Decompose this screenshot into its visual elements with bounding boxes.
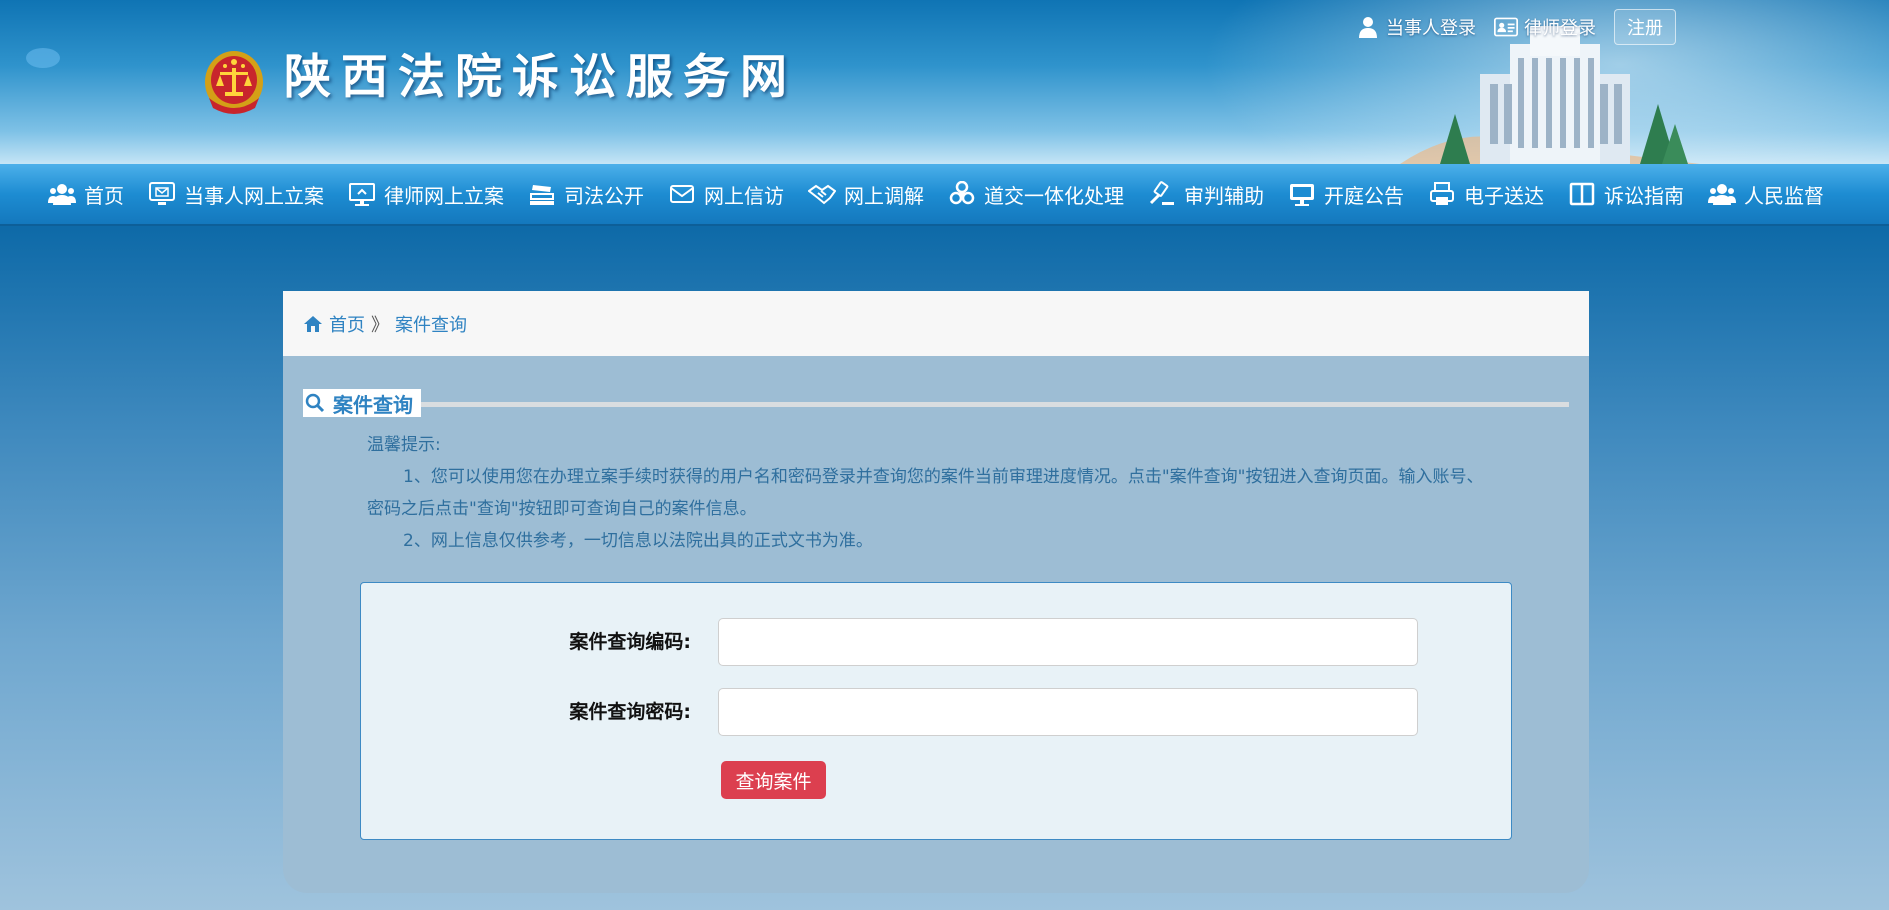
nav-label: 首页 <box>84 183 124 208</box>
section-title: 案件查询 <box>303 389 421 417</box>
nav-label: 道交一体化处理 <box>984 183 1124 208</box>
nav-label: 网上调解 <box>844 183 924 208</box>
nav-item-traffic-integration[interactable]: 道交一体化处理 <box>936 163 1136 225</box>
mail-icon <box>670 185 694 203</box>
nav-item-hearing-notice[interactable]: 开庭公告 <box>1276 163 1416 225</box>
section-title-text: 案件查询 <box>333 392 413 417</box>
search-icon <box>305 393 325 413</box>
nav-item-e-delivery[interactable]: 电子送达 <box>1416 163 1556 225</box>
nav-item-judicial-disclosure[interactable]: 司法公开 <box>516 163 656 225</box>
lawyer-login-label: 律师登录 <box>1524 18 1596 39</box>
notice-heading: 温馨提示: <box>367 435 441 455</box>
book-icon <box>1569 182 1595 206</box>
main-nav: 首页 当事人网上立案 律师网上立案 司法公开 网上信访 网上调解 道交一体化处理… <box>0 164 1889 226</box>
nav-label: 人民监督 <box>1744 183 1824 208</box>
nav-item-lawyer-filing[interactable]: 律师网上立案 <box>336 163 516 225</box>
notice-block: 温馨提示: 1、您可以使用您在办理立案手续时获得的用户名和密码登录并查询您的案件… <box>367 429 1497 557</box>
nav-item-party-filing[interactable]: 当事人网上立案 <box>136 163 336 225</box>
handshake-icon <box>808 184 836 205</box>
court-emblem-icon <box>205 51 263 114</box>
breadcrumb-separator: 》 <box>371 314 389 336</box>
notice-line-2: 2、网上信息仅供参考，一切信息以法院出具的正式文书为准。 <box>403 531 873 551</box>
desktop-icon <box>349 183 375 206</box>
nav-label: 律师网上立案 <box>384 183 504 208</box>
nav-label: 电子送达 <box>1464 183 1544 208</box>
header-bubble <box>26 48 60 68</box>
top-links: 当事人登录 律师登录 注册 <box>1356 9 1676 45</box>
case-password-input[interactable] <box>718 688 1418 736</box>
nav-label: 网上信访 <box>704 183 784 208</box>
nav-item-online-mediation[interactable]: 网上调解 <box>796 163 936 225</box>
notice-line-1: 1、您可以使用您在办理立案手续时获得的用户名和密码登录并查询您的案件当前审理进度… <box>367 467 1484 519</box>
section-divider <box>303 402 1569 407</box>
party-login-label: 当事人登录 <box>1386 18 1476 39</box>
id-card-icon <box>1494 17 1518 37</box>
breadcrumb-current: 案件查询 <box>395 314 467 336</box>
printer-icon <box>1430 182 1454 205</box>
register-button[interactable]: 注册 <box>1614 9 1676 45</box>
case-query-panel: 首页 》 案件查询 案件查询 温馨提示: 1、您可以使用您在办理立案手续时获得的… <box>283 291 1589 893</box>
nav-label: 司法公开 <box>564 183 644 208</box>
nav-item-home[interactable]: 首页 <box>36 163 136 225</box>
nav-item-litigation-guide[interactable]: 诉讼指南 <box>1556 163 1696 225</box>
nav-label: 审判辅助 <box>1184 183 1264 208</box>
nav-label: 诉讼指南 <box>1604 183 1684 208</box>
people-icon <box>1708 184 1736 205</box>
nav-item-trial-assist[interactable]: 审判辅助 <box>1136 163 1276 225</box>
query-case-button[interactable]: 查询案件 <box>721 761 826 799</box>
case-code-row: 案件查询编码: <box>361 618 1513 666</box>
site-header: 陕西法院诉讼服务网 当事人登录 律师登录 注册 <box>0 0 1889 164</box>
site-title: 陕西法院诉讼服务网 <box>284 50 797 105</box>
nav-label: 开庭公告 <box>1324 183 1404 208</box>
breadcrumb: 首页 》 案件查询 <box>283 291 1589 356</box>
nav-item-public-supervision[interactable]: 人民监督 <box>1696 163 1836 225</box>
query-form: 案件查询编码: 案件查询密码: 查询案件 <box>360 582 1512 840</box>
case-password-label: 案件查询密码: <box>569 701 691 723</box>
home-icon <box>304 315 322 332</box>
user-icon <box>1359 17 1377 38</box>
case-code-label: 案件查询编码: <box>569 631 691 653</box>
nav-item-online-petition[interactable]: 网上信访 <box>656 163 796 225</box>
case-password-row: 案件查询密码: <box>361 688 1513 736</box>
gavel-icon <box>1149 181 1174 205</box>
books-icon <box>530 185 554 205</box>
breadcrumb-home-link[interactable]: 首页 <box>329 311 365 337</box>
party-login-link[interactable]: 当事人登录 <box>1356 14 1476 40</box>
biohazard-icon <box>949 181 975 205</box>
people-icon <box>48 184 76 205</box>
case-code-input[interactable] <box>718 618 1418 666</box>
section-header: 案件查询 <box>303 389 1569 417</box>
nav-label: 当事人网上立案 <box>184 183 324 208</box>
screen-icon <box>1290 184 1314 206</box>
monitor-icon <box>149 182 175 205</box>
lawyer-login-link[interactable]: 律师登录 <box>1494 14 1596 40</box>
